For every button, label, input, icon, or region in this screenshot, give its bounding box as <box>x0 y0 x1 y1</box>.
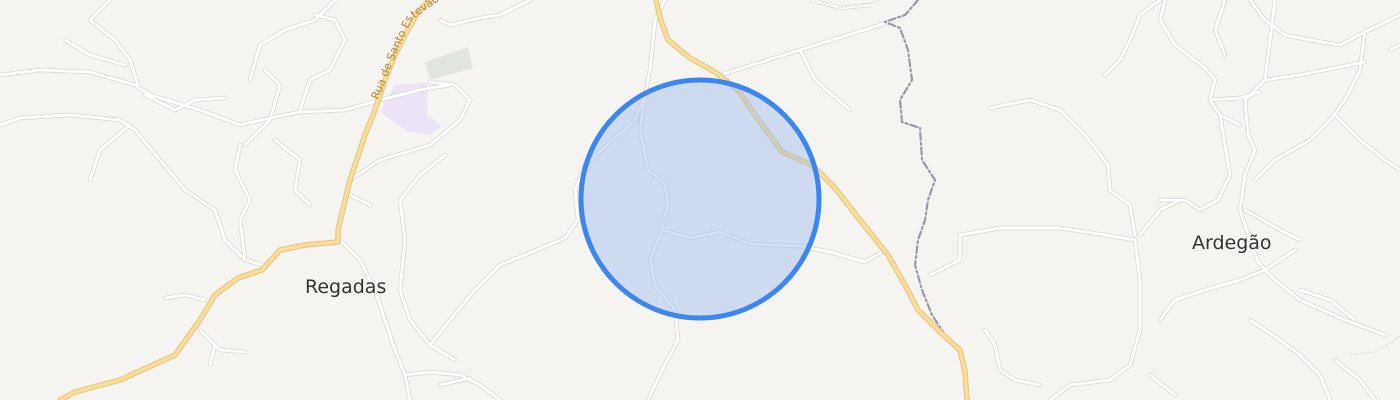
park-area <box>425 47 473 80</box>
map-canvas[interactable]: Rua de Santo Estevão Regadas Ardegão <box>0 0 1400 400</box>
place-label-ardegao: Ardegão <box>1192 232 1272 254</box>
admin-boundary <box>883 0 969 400</box>
map-layer: Rua de Santo Estevão <box>0 0 1400 400</box>
place-label-regadas: Regadas <box>305 276 387 298</box>
accuracy-circle[interactable] <box>578 77 822 321</box>
